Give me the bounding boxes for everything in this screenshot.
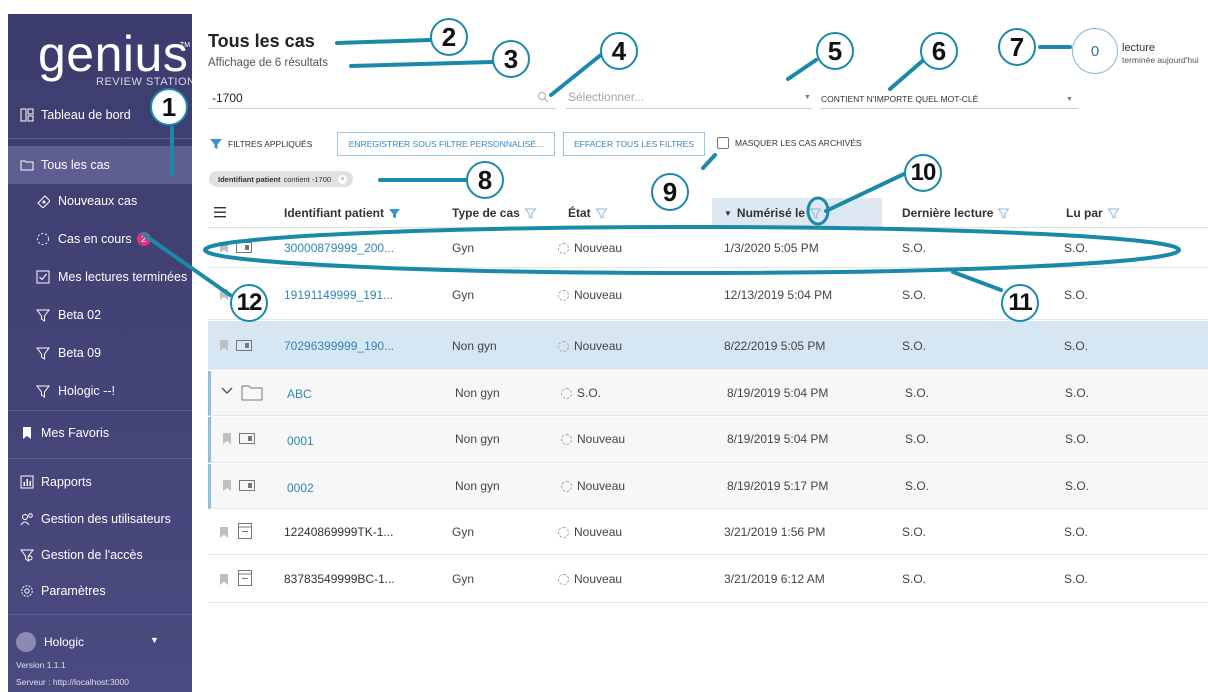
callout-12: 12 [230, 284, 268, 322]
callout-5: 5 [816, 32, 854, 70]
callout-6: 6 [920, 32, 958, 70]
callout-4: 4 [600, 32, 638, 70]
callout-11: 11 [1001, 284, 1039, 322]
callout-1: 1 [150, 88, 188, 126]
callout-8: 8 [466, 161, 504, 199]
callout-2: 2 [430, 18, 468, 56]
callout-9: 9 [651, 173, 689, 211]
callout-10: 10 [904, 154, 942, 192]
callout-3: 3 [492, 40, 530, 78]
callout-7: 7 [998, 28, 1036, 66]
